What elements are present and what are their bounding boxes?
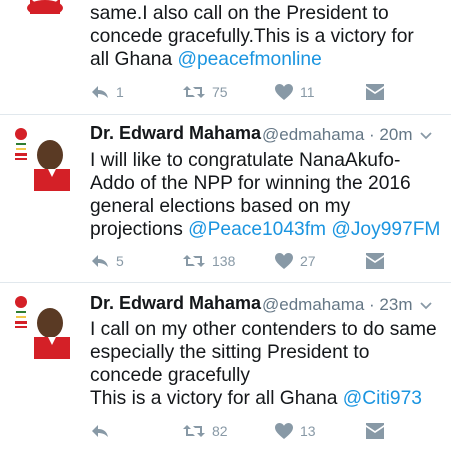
tweet-text-line: general elections based on my	[90, 195, 440, 218]
retweet-count: 82	[212, 423, 228, 439]
envelope-icon	[366, 423, 384, 439]
reply-button[interactable]: 1	[90, 82, 124, 102]
text-segment: all Ghana	[90, 49, 178, 70]
retweet-count: 75	[212, 84, 228, 100]
retweet-button[interactable]: 75	[182, 82, 228, 102]
retweet-icon	[183, 425, 205, 437]
text-segment: Addo of the NPP for winning the 2016	[90, 173, 411, 194]
like-button[interactable]: 27	[274, 251, 316, 271]
retweet-icon	[183, 86, 205, 98]
tweet-text: same.I also call on the President to con…	[90, 2, 440, 71]
text-segment: concede gracefully.This is a victory for	[90, 26, 414, 47]
retweet-icon	[183, 255, 205, 267]
more-options-button[interactable]	[419, 129, 433, 143]
text-segment: especially the sitting President to	[90, 342, 370, 363]
tweet-text-line: especially the sitting President to	[90, 341, 440, 364]
tweet-text-line: projections @Peace1043fm @Joy997FM	[90, 218, 440, 241]
avatar[interactable]	[12, 0, 78, 14]
tweet-text-line: This is a victory for all Ghana @Citi973	[90, 387, 440, 410]
text-segment: same.I also call on the President to	[90, 3, 389, 24]
reply-icon	[92, 255, 108, 267]
dm-button[interactable]	[365, 421, 385, 441]
envelope-icon	[366, 84, 384, 100]
mention-link[interactable]: @Joy997FM	[331, 219, 440, 240]
like-button[interactable]: 11	[274, 82, 315, 102]
tweet-text: I will like to congratulate NanaAkufo- A…	[90, 149, 440, 241]
reply-icon	[92, 425, 108, 437]
dm-button[interactable]	[365, 82, 385, 102]
tweet[interactable]: Dr. Edward Mahama @edmahama · 20m I will…	[0, 115, 451, 281]
tweet[interactable]: same.I also call on the President to con…	[0, 0, 451, 114]
reply-count: 5	[116, 253, 124, 269]
like-count: 27	[300, 253, 316, 269]
mention-link[interactable]: @Citi973	[343, 388, 422, 409]
timestamp[interactable]: · 20m	[369, 125, 412, 144]
reply-button[interactable]	[90, 421, 116, 441]
reply-button[interactable]: 5	[90, 251, 124, 271]
tweet-text: I call on my other contenders to do same…	[90, 318, 440, 410]
like-count: 11	[300, 84, 315, 100]
mention-link[interactable]: @peacefmonline	[177, 49, 321, 70]
heart-icon	[275, 84, 293, 100]
like-button[interactable]: 13	[274, 421, 316, 441]
tweet-meta: @edmahama · 23m	[262, 295, 413, 315]
tweet-actions: 1 75 11	[90, 82, 420, 102]
avatar-image	[12, 125, 78, 191]
text-segment: I will like to congratulate NanaAkufo-	[90, 150, 401, 171]
tweet-text-line: I call on my other contenders to do same	[90, 318, 440, 341]
display-name[interactable]: Dr. Edward Mahama	[90, 123, 261, 144]
tweet-actions: 5 138 27	[90, 251, 420, 271]
more-options-button[interactable]	[419, 299, 433, 313]
text-segment: I call on my other contenders to do same	[90, 319, 437, 340]
username[interactable]: @edmahama	[262, 295, 364, 314]
chevron-down-icon	[420, 302, 432, 310]
dm-button[interactable]	[365, 251, 385, 271]
text-segment: general elections based on my	[90, 196, 351, 217]
text-segment: This is a victory for all Ghana	[90, 388, 343, 409]
retweet-button[interactable]: 82	[182, 421, 228, 441]
avatar[interactable]	[12, 293, 78, 359]
mention-link[interactable]: @Peace1043fm	[188, 219, 326, 240]
timestamp[interactable]: · 23m	[369, 295, 412, 314]
reply-icon	[92, 86, 108, 98]
chevron-down-icon	[420, 132, 432, 140]
tweet-text-line: all Ghana @peacefmonline	[90, 48, 440, 71]
envelope-icon	[366, 253, 384, 269]
avatar-image	[12, 293, 78, 359]
text-segment: concede gracefully	[90, 365, 250, 386]
tweet-text-line: I will like to congratulate NanaAkufo-	[90, 149, 440, 172]
tweet-text-line: Addo of the NPP for winning the 2016	[90, 172, 440, 195]
display-name[interactable]: Dr. Edward Mahama	[90, 293, 261, 314]
like-count: 13	[300, 423, 316, 439]
tweet-text-line: concede gracefully	[90, 364, 440, 387]
heart-icon	[275, 423, 293, 439]
reply-count: 1	[116, 84, 124, 100]
tweet-text-line: concede gracefully.This is a victory for	[90, 25, 440, 48]
avatar-image	[12, 0, 78, 14]
tweet-text-line: same.I also call on the President to	[90, 2, 440, 25]
tweet-meta: @edmahama · 20m	[262, 125, 413, 145]
username[interactable]: @edmahama	[262, 125, 364, 144]
tweet[interactable]: Dr. Edward Mahama @edmahama · 23m I call…	[0, 283, 451, 450]
retweet-button[interactable]: 138	[182, 251, 235, 271]
heart-icon	[275, 253, 293, 269]
tweet-actions: 82 13	[90, 421, 420, 441]
retweet-count: 138	[212, 253, 236, 269]
avatar[interactable]	[12, 125, 78, 191]
text-segment: projections	[90, 219, 189, 240]
